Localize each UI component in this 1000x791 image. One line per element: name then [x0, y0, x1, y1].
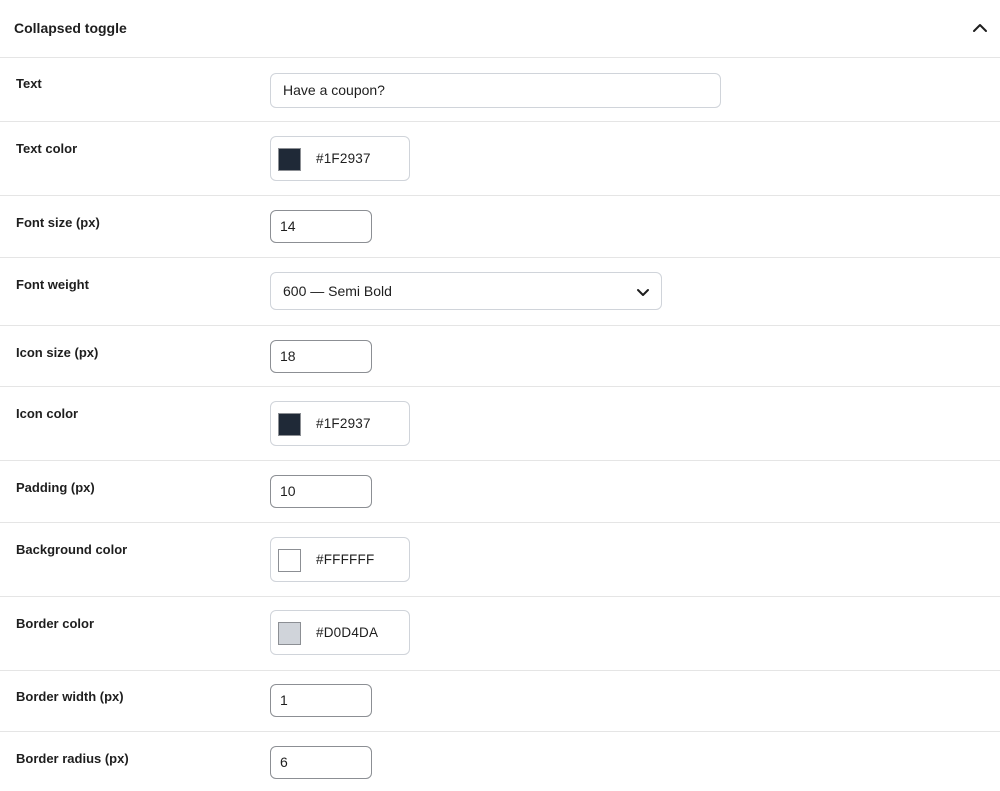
- row-font-size: Font size (px) 14: [0, 196, 1000, 258]
- background-color-picker[interactable]: #FFFFFF: [270, 537, 410, 582]
- border-width-input[interactable]: 1: [270, 684, 372, 717]
- border-radius-label: Border radius (px): [16, 751, 129, 766]
- border-color-swatch[interactable]: [278, 622, 301, 645]
- icon-color-label: Icon color: [16, 406, 79, 421]
- background-color-label: Background color: [16, 542, 128, 557]
- text-color-picker[interactable]: #1F2937: [270, 136, 410, 181]
- chevron-down-icon: [637, 289, 649, 296]
- border-color-picker[interactable]: #D0D4DA: [270, 610, 410, 655]
- icon-size-label: Icon size (px): [16, 345, 99, 360]
- border-color-label: Border color: [16, 616, 95, 631]
- border-width-label: Border width (px): [16, 689, 124, 704]
- row-padding: Padding (px) 10: [0, 461, 1000, 523]
- padding-label: Padding (px): [16, 480, 95, 495]
- background-color-swatch[interactable]: [278, 549, 301, 572]
- text-color-value: #1F2937: [316, 151, 371, 166]
- font-weight-selected: 600 — Semi Bold: [283, 283, 392, 299]
- font-weight-select[interactable]: 600 — Semi Bold: [270, 272, 662, 310]
- row-font-weight: Font weight 600 — Semi Bold: [0, 258, 1000, 326]
- row-background-color: Background color #FFFFFF: [0, 523, 1000, 597]
- font-size-label: Font size (px): [16, 215, 100, 230]
- row-border-radius: Border radius (px) 6: [0, 732, 1000, 791]
- collapsed-toggle-panel: Collapsed toggle Text Have a coupon? Tex…: [0, 0, 1000, 791]
- text-color-swatch[interactable]: [278, 148, 301, 171]
- text-color-label: Text color: [16, 141, 78, 156]
- border-radius-input[interactable]: 6: [270, 746, 372, 779]
- text-input[interactable]: Have a coupon?: [270, 73, 721, 108]
- row-icon-color: Icon color #1F2937: [0, 387, 1000, 461]
- padding-input[interactable]: 10: [270, 475, 372, 508]
- text-label: Text: [16, 76, 42, 91]
- font-size-input[interactable]: 14: [270, 210, 372, 243]
- row-icon-size: Icon size (px) 18: [0, 326, 1000, 387]
- icon-size-input[interactable]: 18: [270, 340, 372, 373]
- icon-color-picker[interactable]: #1F2937: [270, 401, 410, 446]
- row-border-color: Border color #D0D4DA: [0, 597, 1000, 671]
- row-text-color: Text color #1F2937: [0, 122, 1000, 196]
- panel-title: Collapsed toggle: [14, 20, 127, 36]
- icon-color-value: #1F2937: [316, 416, 371, 431]
- font-weight-label: Font weight: [16, 277, 89, 292]
- chevron-up-icon[interactable]: [970, 18, 990, 38]
- background-color-value: #FFFFFF: [316, 552, 375, 567]
- row-text: Text Have a coupon?: [0, 58, 1000, 122]
- panel-header[interactable]: Collapsed toggle: [0, 0, 1000, 58]
- icon-color-swatch[interactable]: [278, 413, 301, 436]
- border-color-value: #D0D4DA: [316, 625, 379, 640]
- row-border-width: Border width (px) 1: [0, 671, 1000, 732]
